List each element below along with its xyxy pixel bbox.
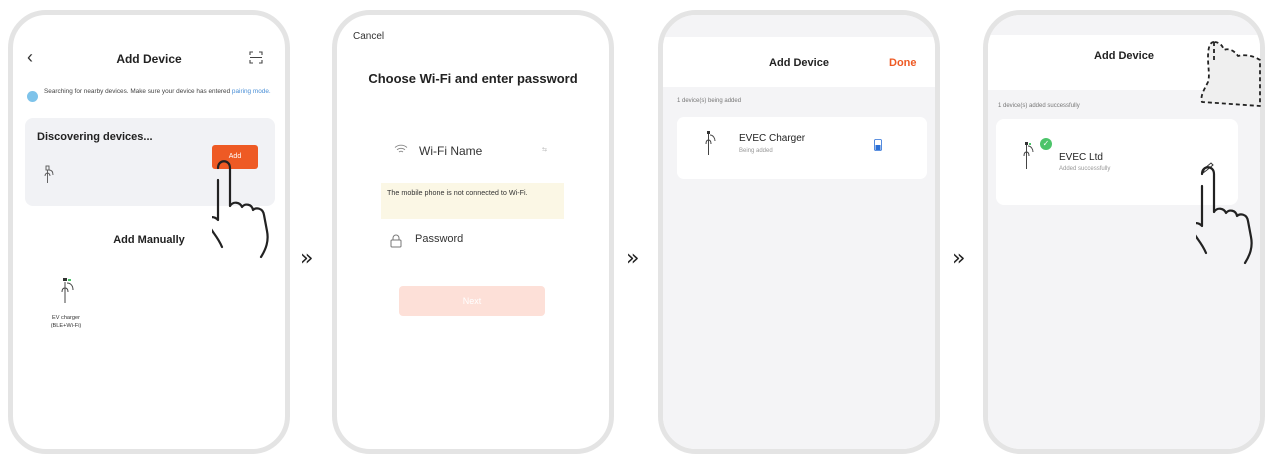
device-name: EVEC Ltd (1059, 152, 1103, 163)
next-step-arrow-icon: » (300, 246, 314, 271)
add-manually-title: Add Manually (113, 234, 185, 246)
next-button[interactable]: Next (399, 286, 545, 316)
phone-icon (874, 139, 882, 151)
success-check-icon: ✓ (1040, 138, 1052, 150)
next-step-arrow-icon: » (952, 246, 966, 271)
ev-charger-icon (1023, 142, 1034, 169)
ev-charger-icon (705, 131, 716, 155)
step4-header (988, 35, 1260, 90)
lock-icon (390, 234, 402, 248)
edit-pencil-icon[interactable] (1201, 161, 1215, 175)
search-hint-text: Searching for nearby devices. Make sure … (44, 88, 231, 95)
step2-phone-frame: Cancel Choose Wi-Fi and enter password W… (332, 10, 614, 454)
step1-phone-frame: ‹ Add Device Searching for nearby device… (8, 10, 290, 454)
adding-status: 1 device(s) being added (677, 98, 742, 104)
ev-charger-label-line1: EV charger (52, 315, 80, 321)
step1-page-title: Add Device (116, 52, 182, 66)
password-field[interactable]: Password (415, 233, 463, 245)
ev-charger-label-line2: (BLE+Wi-Fi) (50, 322, 82, 329)
device-status: Added successfully (1059, 166, 1111, 172)
done-button[interactable]: Done (1208, 50, 1233, 61)
step2-screen: Cancel Choose Wi-Fi and enter password W… (337, 15, 609, 449)
next-step-arrow-icon: » (626, 246, 640, 271)
search-hint: Searching for nearby devices. Make sure … (44, 88, 284, 96)
device-name: EVEC Charger (739, 133, 806, 144)
step3-screen: Add Device Done 1 device(s) being added … (663, 15, 935, 449)
ev-charger-label[interactable]: EV charger (BLE+Wi-Fi) (31, 315, 101, 330)
step3-phone-frame: Add Device Done 1 device(s) being added … (658, 10, 940, 454)
add-button[interactable]: Add (212, 145, 258, 169)
wifi-name-field[interactable]: Wi-Fi Name (419, 144, 482, 158)
ev-charger-icon (44, 165, 54, 183)
cancel-button[interactable]: Cancel (353, 31, 384, 42)
added-status: 1 device(s) added successfully (998, 103, 1080, 109)
scan-icon[interactable] (249, 51, 263, 64)
pairing-mode-link[interactable]: pairing mode. (232, 88, 271, 95)
step4-phone-frame: Add Device Done 1 device(s) added succes… (983, 10, 1265, 454)
discovering-title: Discovering devices... (37, 131, 153, 143)
step4-screen: Add Device Done 1 device(s) added succes… (988, 15, 1260, 449)
device-status: Being added (739, 148, 773, 154)
step2-page-title: Choose Wi-Fi and enter password (368, 71, 578, 86)
info-icon (27, 91, 38, 102)
done-button[interactable]: Done (889, 57, 917, 69)
wifi-warning: The mobile phone is not connected to Wi-… (381, 183, 564, 219)
wifi-switch-icon[interactable]: ⇆ (542, 146, 547, 153)
step1-screen: ‹ Add Device Searching for nearby device… (13, 15, 285, 449)
wifi-icon (394, 144, 408, 153)
ev-charger-icon[interactable] (59, 277, 77, 305)
